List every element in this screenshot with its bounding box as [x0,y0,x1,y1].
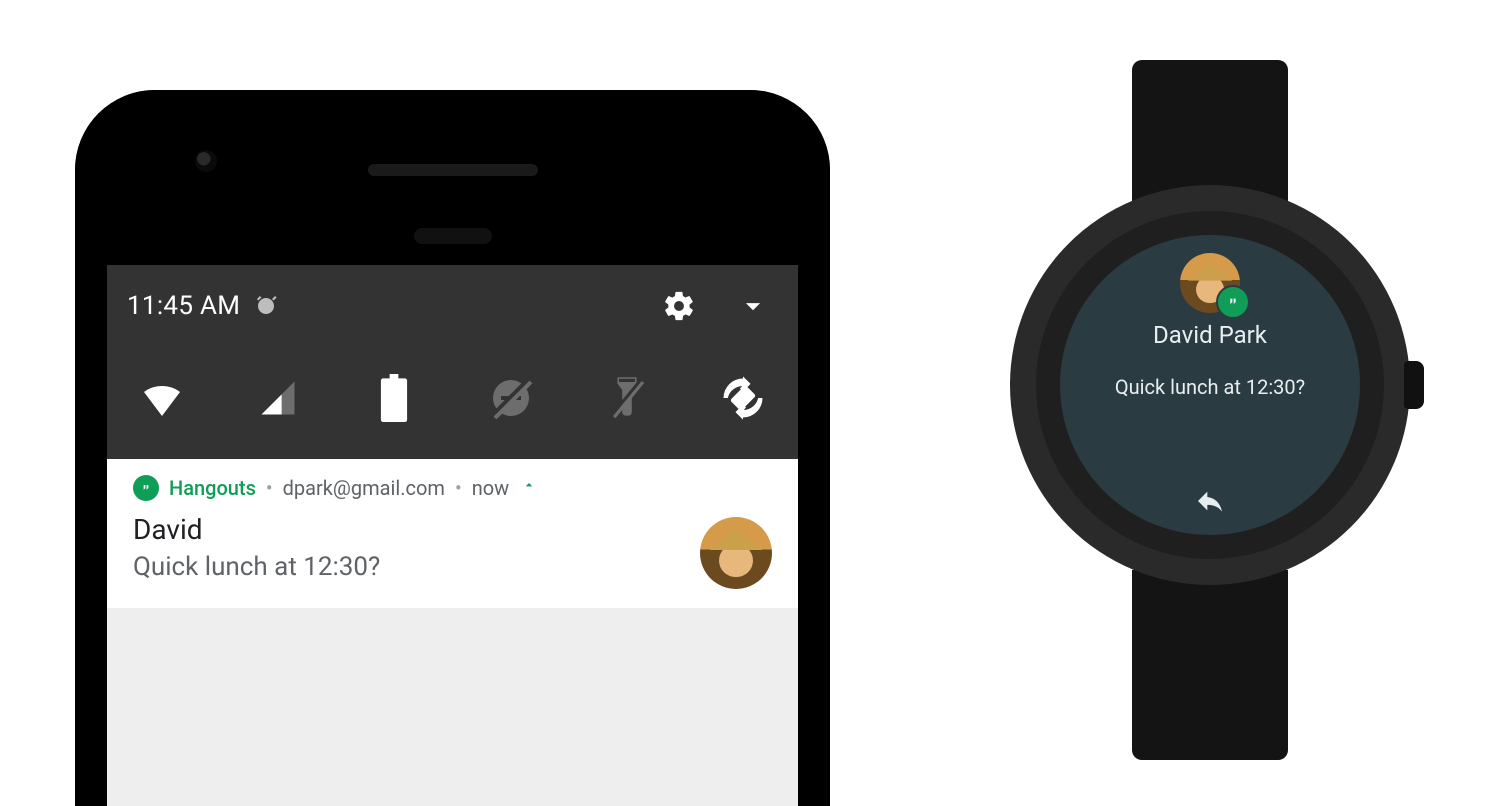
watch-body: David Park Quick lunch at 12:30? [1010,185,1410,585]
status-time: 11:45 AM [127,291,240,321]
battery-toggle[interactable] [357,361,431,435]
hangouts-app-icon [1216,285,1250,319]
earpiece-icon [368,164,538,176]
chevron-down-icon[interactable] [736,289,770,323]
notification-text: Quick lunch at 12:30? [133,552,772,582]
phone-device-frame: 11:45 AM [75,90,830,806]
wifi-toggle[interactable] [125,361,199,435]
flashlight-toggle[interactable] [590,361,664,435]
separator-dot-icon: • [455,476,462,500]
notification-header: Hangouts • dpark@gmail.com • now [133,475,772,501]
shade-status-bar: 11:45 AM [107,265,798,347]
cellular-toggle[interactable] [241,361,315,435]
front-camera-icon [195,150,217,172]
quick-settings-row [107,347,798,459]
auto-rotate-toggle[interactable] [706,361,780,435]
watch-device-frame: David Park Quick lunch at 12:30? [1010,60,1410,760]
collapse-chevron-up-icon[interactable] [521,477,537,498]
notification-time: now [472,476,509,500]
phone-screen: 11:45 AM [107,265,798,806]
notification-app-name: Hangouts [169,476,256,500]
notification-shade: 11:45 AM [107,265,798,459]
notification-title: David [133,513,772,546]
watch-sender-name: David Park [1153,321,1267,349]
watch-crown-icon[interactable] [1404,361,1424,409]
notification-card[interactable]: Hangouts • dpark@gmail.com • now David Q… [107,459,798,608]
watch-band-icon [1132,570,1288,760]
alarm-icon [254,294,278,318]
sender-avatar [700,517,772,589]
settings-gear-icon[interactable] [662,289,696,323]
reply-button[interactable] [1194,485,1226,521]
watch-screen: David Park Quick lunch at 12:30? [1060,235,1360,535]
separator-dot-icon: • [266,476,273,500]
watch-avatar-wrap [1180,253,1240,313]
hangouts-app-icon [133,475,159,501]
sensor-icon [414,228,492,244]
dnd-toggle[interactable] [474,361,548,435]
watch-message-text: Quick lunch at 12:30? [1115,375,1305,399]
notification-account: dpark@gmail.com [283,476,445,500]
